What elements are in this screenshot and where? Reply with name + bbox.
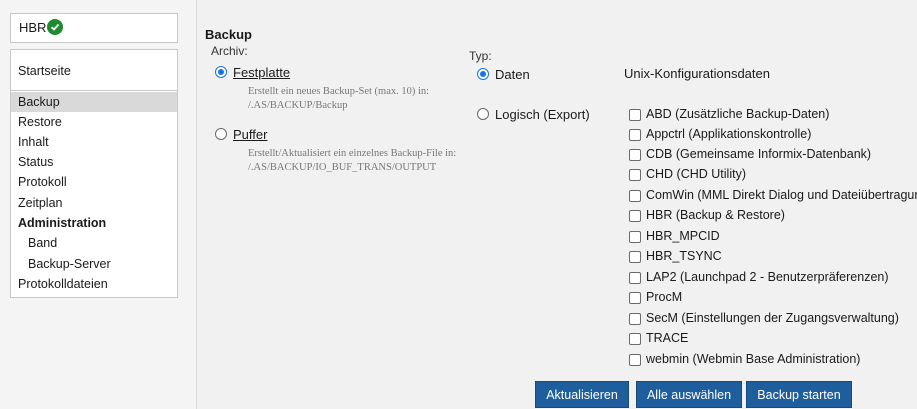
checkbox-label: HBR (Backup & Restore)	[646, 208, 785, 222]
checkbox[interactable]	[629, 109, 641, 121]
puffer-link[interactable]: Puffer	[233, 127, 267, 142]
checkbox[interactable]	[629, 129, 641, 141]
nav-divider	[11, 90, 177, 91]
sidebar-item-band[interactable]: Band	[11, 233, 177, 253]
checkbox[interactable]	[629, 292, 641, 304]
checkbox[interactable]	[629, 169, 641, 181]
checkbox-label: TRACE	[646, 331, 689, 345]
sidebar-nav: Startseite Backup Restore Inhalt Status …	[10, 49, 178, 298]
festplatte-desc-line2: /.AS/BACKUP/Backup	[248, 100, 348, 111]
puffer-desc-line1: Erstellt/Aktualisiert ein einzelnes Back…	[248, 148, 457, 159]
main-panel: Backup Archiv: Festplatte Erstellt ein n…	[197, 0, 917, 409]
select-all-button[interactable]: Alle auswählen	[636, 381, 742, 408]
checkbox-label: SecM (Einstellungen der Zugangsverwaltun…	[646, 311, 899, 325]
start-backup-button[interactable]: Backup starten	[746, 381, 852, 408]
checkbox-label: CHD (CHD Utility)	[646, 167, 746, 181]
sidebar-item-backup-server[interactable]: Backup-Server	[11, 254, 177, 274]
festplatte-desc-line1: Erstellt ein neues Backup-Set (max. 10) …	[248, 86, 430, 97]
app-status-box: HBR	[10, 13, 178, 43]
checkbox-label: CDB (Gemeinsame Informix-Datenbank)	[646, 147, 872, 161]
checkbox-label: HBR_MPCID	[646, 229, 720, 243]
checkbox[interactable]	[629, 231, 641, 243]
checkbox-label: ComWin (MML Direkt Dialog und Dateiübert…	[646, 188, 917, 202]
unix-config-heading: Unix-Konfigurationsdaten	[624, 66, 770, 81]
checkbox-label: LAP2 (Launchpad 2 - Benutzerpräferenzen)	[646, 270, 889, 284]
checkbox[interactable]	[629, 272, 641, 284]
checkbox-label: Appctrl (Applikationskontrolle)	[646, 127, 812, 141]
checkbox[interactable]	[629, 333, 641, 345]
checkbox[interactable]	[629, 313, 641, 325]
checkbox[interactable]	[629, 210, 641, 222]
page-title: Backup	[205, 27, 252, 42]
sidebar: HBR Startseite Backup Restore Inhalt Sta…	[0, 0, 197, 409]
checkbox[interactable]	[629, 190, 641, 202]
checkbox-label: HBR_TSYNC	[646, 249, 722, 263]
check-circle-icon	[47, 19, 63, 35]
sidebar-item-inhalt[interactable]: Inhalt	[11, 132, 177, 152]
sidebar-item-status[interactable]: Status	[11, 152, 177, 172]
checkbox[interactable]	[629, 251, 641, 263]
checkbox-label: ABD (Zusätzliche Backup-Daten)	[646, 107, 830, 121]
app-label: HBR	[19, 20, 47, 35]
sidebar-item-protokoll[interactable]: Protokoll	[11, 172, 177, 192]
checkbox[interactable]	[629, 149, 641, 161]
festplatte-radio[interactable]	[215, 66, 227, 78]
puffer-desc-line2: /.AS/BACKUP/IO_BUF_TRANS/OUTPUT	[248, 162, 437, 173]
archiv-label: Archiv:	[211, 44, 248, 58]
logisch-label: Logisch (Export)	[495, 107, 590, 122]
logisch-radio[interactable]	[477, 108, 489, 120]
sidebar-item-startseite[interactable]: Startseite	[18, 64, 71, 78]
typ-label: Typ:	[469, 49, 492, 63]
daten-label: Daten	[495, 67, 530, 82]
sidebar-section-administration: Administration	[18, 216, 107, 230]
checkbox[interactable]	[629, 354, 641, 366]
sidebar-item-protokolldateien[interactable]: Protokolldateien	[11, 274, 177, 294]
sidebar-item-zeitplan[interactable]: Zeitplan	[11, 193, 177, 213]
sidebar-item-restore[interactable]: Restore	[11, 112, 177, 132]
checkbox-label: ProcM	[646, 290, 683, 304]
puffer-radio[interactable]	[215, 128, 227, 140]
update-button[interactable]: Aktualisieren	[535, 381, 629, 408]
daten-radio[interactable]	[477, 68, 489, 80]
festplatte-link[interactable]: Festplatte	[233, 65, 290, 80]
checkbox-label: webmin (Webmin Base Administration)	[646, 352, 861, 366]
sidebar-item-backup[interactable]: Backup	[11, 92, 177, 112]
